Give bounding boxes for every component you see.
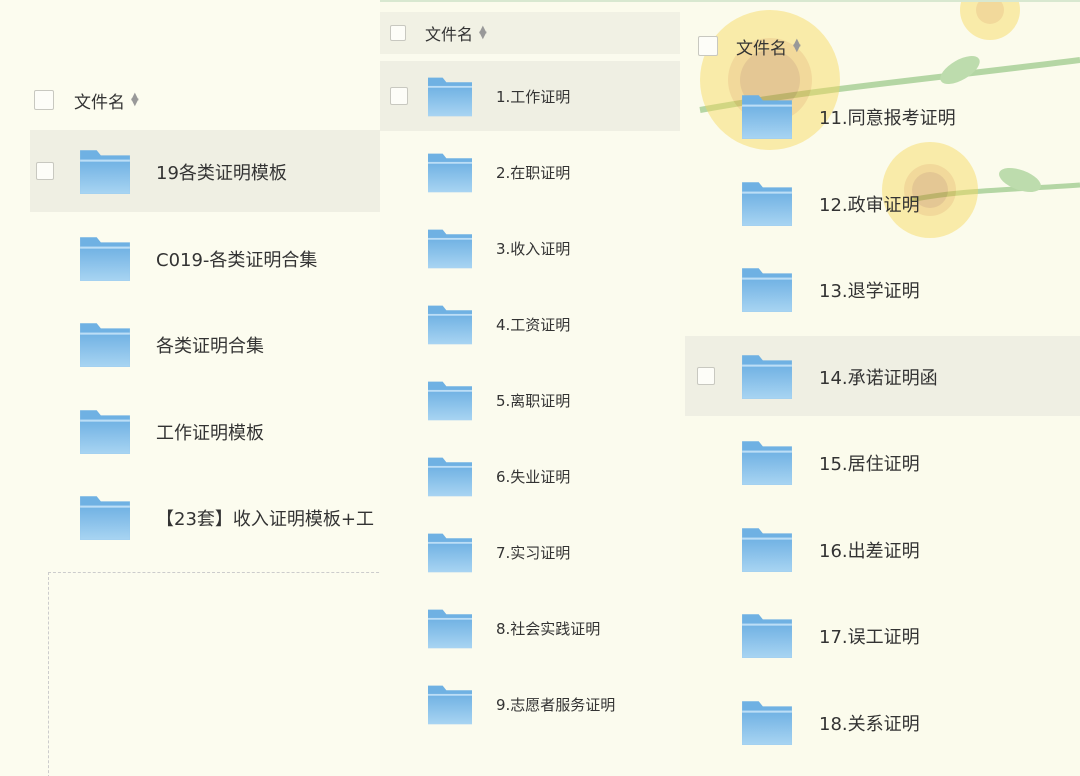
file-name[interactable]: 17.误工证明 [819, 623, 920, 649]
folder-icon [78, 146, 132, 200]
folder-icon [426, 74, 474, 122]
file-row[interactable]: 2.在职证明 [380, 137, 680, 207]
file-row[interactable]: 1.工作证明 [380, 61, 680, 131]
file-list-panel-left: 文件名 ▲ ▼ 19各类证明模板 C019-各类证明合集 各类证明合集 工作证明模板【2… [0, 0, 380, 776]
folder-icon [740, 437, 794, 491]
file-name[interactable]: 11.同意报考证明 [819, 104, 956, 130]
file-name[interactable]: 2.在职证明 [496, 162, 570, 183]
file-name[interactable]: 3.收入证明 [496, 238, 570, 259]
row-checkbox[interactable] [390, 87, 408, 105]
file-row[interactable]: 9.志愿者服务证明 [380, 669, 680, 739]
file-list-header: 文件名 ▲ ▼ [34, 88, 139, 113]
file-row[interactable]: 各类证明合集 [30, 303, 380, 385]
folder-icon [426, 606, 474, 654]
file-row[interactable]: 4.工资证明 [380, 289, 680, 359]
file-name[interactable]: 工作证明模板 [156, 419, 264, 445]
file-name[interactable]: 9.志愿者服务证明 [496, 694, 615, 715]
file-name[interactable]: 19各类证明模板 [156, 159, 287, 185]
folder-icon [426, 226, 474, 274]
file-name[interactable]: 15.居住证明 [819, 450, 920, 476]
filename-column-header[interactable]: 文件名 [736, 34, 787, 59]
folder-icon [426, 302, 474, 350]
folder-icon [78, 233, 132, 287]
filename-column-header[interactable]: 文件名 [425, 21, 473, 45]
file-name[interactable]: 1.工作证明 [496, 86, 570, 107]
file-name[interactable]: 14.承诺证明函 [819, 364, 938, 390]
sort-icon[interactable]: ▲ ▼ [793, 38, 801, 54]
file-list-panel-middle: 文件名 ▲ ▼ 1.工作证明 2.在职证明 3.收入证明 4.工资证明 5.离职证明 6.失… [380, 12, 680, 776]
folder-icon [740, 610, 794, 664]
filename-column-header[interactable]: 文件名 [74, 88, 125, 113]
folder-icon [78, 492, 132, 546]
select-all-checkbox[interactable] [34, 90, 54, 110]
folder-icon [740, 178, 794, 232]
file-list-header: 文件名 ▲ ▼ [380, 12, 680, 54]
folder-icon [740, 264, 794, 318]
file-name[interactable]: 各类证明合集 [156, 332, 264, 358]
row-checkbox[interactable] [36, 162, 54, 180]
file-row[interactable]: 13.退学证明 [685, 249, 1080, 329]
file-name[interactable]: 6.失业证明 [496, 466, 570, 487]
file-row[interactable]: 【23套】收入证明模板+工 [30, 476, 380, 558]
drop-area-border [48, 572, 380, 776]
file-name[interactable]: 8.社会实践证明 [496, 618, 600, 639]
file-row[interactable]: 8.社会实践证明 [380, 593, 680, 663]
file-name[interactable]: 13.退学证明 [819, 277, 920, 303]
sort-icon[interactable]: ▲ ▼ [479, 25, 487, 41]
folder-icon [426, 454, 474, 502]
file-list-header: 文件名 ▲ ▼ [698, 34, 801, 59]
select-all-checkbox[interactable] [390, 25, 406, 41]
file-row[interactable]: 17.误工证明 [685, 595, 1080, 675]
file-row[interactable]: 工作证明模板 [30, 390, 380, 472]
file-row[interactable]: 11.同意报考证明 [685, 76, 1080, 156]
folder-icon [426, 682, 474, 730]
folder-icon [740, 91, 794, 145]
file-row[interactable]: 5.离职证明 [380, 365, 680, 435]
sort-icon[interactable]: ▲ ▼ [131, 92, 139, 108]
file-row[interactable]: 18.关系证明 [685, 682, 1080, 762]
row-checkbox[interactable] [697, 366, 715, 385]
file-row[interactable]: 7.实习证明 [380, 517, 680, 587]
file-list-panel-right: 文件名 ▲ ▼ 11.同意报考证明 12.政审证明 13.退学证明 14.承诺证明函 15… [680, 20, 1080, 776]
folder-icon [740, 524, 794, 578]
file-row[interactable]: 6.失业证明 [380, 441, 680, 511]
folder-icon [426, 378, 474, 426]
file-row[interactable]: 14.承诺证明函 [685, 335, 1080, 416]
folder-icon [740, 351, 794, 405]
file-name[interactable]: 7.实习证明 [496, 542, 570, 563]
file-row[interactable]: 19各类证明模板 [30, 130, 380, 212]
folder-icon [78, 406, 132, 460]
file-row[interactable]: C019-各类证明合集 [30, 217, 380, 299]
file-name[interactable]: 【23套】收入证明模板+工 [156, 505, 374, 531]
file-name[interactable]: 18.关系证明 [819, 710, 920, 736]
file-row[interactable]: 16.出差证明 [685, 509, 1080, 589]
folder-icon [740, 697, 794, 751]
folder-icon [426, 150, 474, 198]
file-row[interactable]: 12.政审证明 [685, 163, 1080, 243]
file-name[interactable]: 16.出差证明 [819, 537, 920, 563]
file-row[interactable]: 15.居住证明 [685, 422, 1080, 502]
file-row[interactable]: 3.收入证明 [380, 213, 680, 283]
folder-icon [78, 319, 132, 373]
select-all-checkbox[interactable] [698, 36, 718, 56]
folder-icon [426, 530, 474, 578]
file-name[interactable]: 4.工资证明 [496, 314, 570, 335]
file-name[interactable]: 12.政审证明 [819, 191, 920, 217]
file-name[interactable]: C019-各类证明合集 [156, 246, 317, 272]
file-name[interactable]: 5.离职证明 [496, 390, 570, 411]
